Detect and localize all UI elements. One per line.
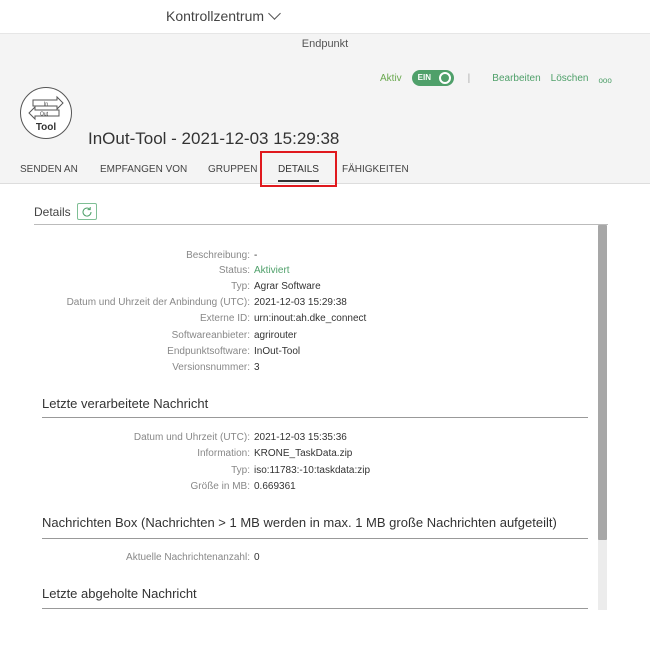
detail-value: Agrar Software [254,281,321,292]
detail-value: 0 [254,552,260,563]
details-title: Details [34,204,71,219]
refresh-button[interactable] [76,203,97,220]
tab-empfangen-von[interactable]: EMPFANGEN VON [100,164,187,175]
status-value: Aktiviert [254,265,290,276]
logo-tool-text: Tool [35,122,57,133]
toggle-label: EIN [417,73,432,82]
detail-key: Typ: [231,281,250,292]
tab-senden-an[interactable]: SENDEN AN [20,164,78,175]
detail-row-externe-id: Externe ID: urn:inout:ah.dke_connect [0,313,650,326]
action-divider: | [467,72,471,84]
detail-value: urn:inout:ah.dke_connect [254,313,367,324]
details-divider [34,224,608,225]
detail-key: Aktuelle Nachrichtenanzahl: [126,552,250,563]
sub-bar: Endpunkt [0,34,650,56]
detail-key: Versionsnummer: [172,362,250,373]
detail-key: Status: [218,265,250,276]
detail-row-anbindung: Datum und Uhrzeit der Anbindung (UTC): 2… [0,297,650,310]
detail-value: InOut-Tool [254,346,301,357]
tab-bar: SENDEN AN EMPFANGEN VON GRUPPEN DETAILS … [0,156,650,184]
processed-row-information: Information: KRONE_TaskData.zip [0,448,650,461]
tab-gruppen[interactable]: GRUPPEN [208,164,257,175]
detail-key: Information: [197,448,250,459]
detail-value: 2021-12-03 15:29:38 [254,297,347,308]
detail-key: Softwareanbieter: [171,330,250,341]
chevron-down-icon [268,7,281,20]
status-label: Aktiv [380,72,402,84]
detail-row-beschreibung: Beschreibung: - [0,250,650,263]
detail-value: iso:11783:-10:taskdata:zip [254,465,371,476]
section-title-last-fetched: Letzte abgeholte Nachricht [42,586,197,601]
detail-key: Typ: [231,465,250,476]
section-divider [42,608,588,609]
section-title-message-box: Nachrichten Box (Nachrichten > 1 MB werd… [42,515,557,530]
details-header: Details [34,203,97,220]
endpoint-logo: In Out Tool [20,87,72,139]
endpoint-actions: Aktiv EIN | Bearbeiten Löschen ooo [380,70,612,86]
more-options-icon[interactable]: ooo [598,76,611,85]
processed-row-typ: Typ: iso:11783:-10:taskdata:zip [0,465,650,478]
control-center-dropdown[interactable]: Kontrollzentrum [166,7,281,24]
refresh-icon [82,206,92,217]
detail-row-status: Status: Aktiviert [0,265,650,278]
detail-value: 2021-12-03 15:35:36 [254,432,347,443]
processed-row-groesse: Größe in MB: 0.669361 [0,481,650,494]
section-title-last-processed: Letzte verarbeitete Nachricht [42,396,209,411]
detail-value: agrirouter [254,330,297,341]
detail-value: KRONE_TaskData.zip [254,448,353,459]
detail-value: 0.669361 [254,481,296,492]
endpoint-header: In Out Tool Aktiv EIN | Bearbeiten Lösch… [0,56,650,156]
detail-key: Externe ID: [199,313,250,324]
tab-details[interactable]: DETAILS [278,164,319,182]
edit-link[interactable]: Bearbeiten [492,73,540,84]
detail-key: Endpunktsoftware: [167,346,250,357]
detail-row-endpunktsoftware: Endpunktsoftware: InOut-Tool [0,346,650,359]
message-box-row-count: Aktuelle Nachrichtenanzahl: 0 [0,552,650,565]
detail-row-versionsnummer: Versionsnummer: 3 [0,362,650,375]
toggle-knob-icon [438,72,451,84]
detail-row-softwareanbieter: Softwareanbieter: agrirouter [0,330,650,343]
detail-key: Beschreibung: [186,250,250,261]
detail-key: Größe in MB: [190,481,250,492]
detail-value: 3 [254,362,260,373]
section-divider [42,538,588,539]
delete-link[interactable]: Löschen [551,73,589,84]
detail-key: Datum und Uhrzeit der Anbindung (UTC): [66,297,250,308]
detail-key: Datum und Uhrzeit (UTC): [133,432,250,443]
control-center-label: Kontrollzentrum [166,8,265,24]
active-toggle[interactable]: EIN [411,70,454,86]
detail-row-typ: Typ: Agrar Software [0,281,650,294]
page-title: InOut-Tool - 2021-12-03 15:29:38 [88,129,340,148]
processed-row-datum: Datum und Uhrzeit (UTC): 2021-12-03 15:3… [0,432,650,445]
detail-value: - [254,250,258,261]
tab-faehigkeiten[interactable]: FÄHIGKEITEN [342,164,409,175]
top-bar: Kontrollzentrum [0,0,650,34]
page-section-label: Endpunkt [301,38,349,50]
logo-in-text: In [43,101,47,107]
section-divider [42,417,588,418]
logo-out-text: Out [39,111,48,117]
